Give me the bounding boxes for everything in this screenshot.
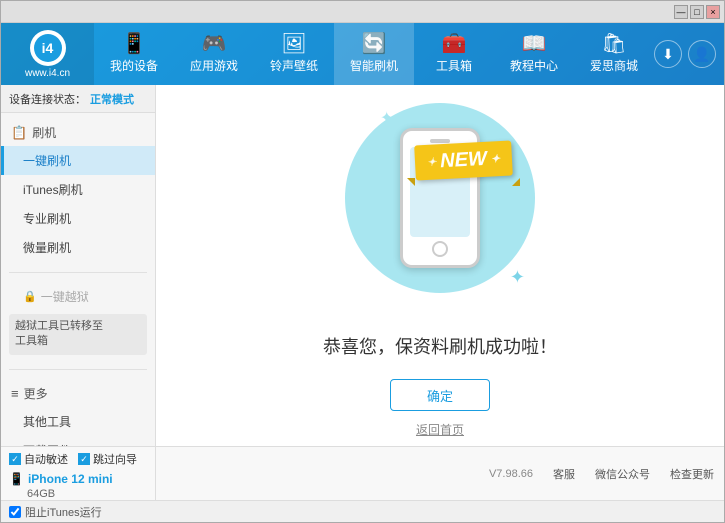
- status-bar: 设备连接状态： 正常模式: [1, 85, 155, 113]
- sidebar-section-more: ≡ 更多 其他工具 下载固件 高级功能: [1, 374, 155, 446]
- nav-wallpaper-label: 铃声壁纸: [270, 57, 318, 74]
- sidebar-separator-2: [9, 369, 147, 370]
- main-content: ✦ ✦ ✦ ✦ NEW ✦: [156, 85, 724, 446]
- wizard-checkbox-item[interactable]: ✓ 跳过向导: [78, 451, 137, 467]
- device-name: iPhone 12 mini: [28, 472, 113, 486]
- new-badge: ✦ NEW ✦: [414, 140, 513, 180]
- logo-text: www.i4.cn: [25, 68, 70, 79]
- nav-wallpaper[interactable]: 🖼 铃声壁纸: [254, 23, 334, 85]
- left-panel: 设备连接状态： 正常模式 📋 刷机 一键刷机 iTunes刷机 专业刷机 微量刷…: [1, 85, 156, 446]
- status-value: 正常模式: [90, 91, 134, 107]
- sparkle-icon-3: ✦: [510, 267, 525, 288]
- body-area: 设备连接状态： 正常模式 📋 刷机 一键刷机 iTunes刷机 专业刷机 微量刷…: [1, 85, 724, 446]
- store-icon: 🛍: [601, 34, 626, 54]
- nav-tutorial[interactable]: 📖 教程中心: [494, 23, 574, 85]
- header: i4 www.i4.cn 📱 我的设备 🎮 应用游戏 🖼 铃声壁纸 🔄 智能刷机: [1, 23, 724, 85]
- wechat-link[interactable]: 微信公众号: [595, 466, 650, 482]
- checkboxes-row: ✓ 自动敏述 ✓ 跳过向导: [9, 451, 147, 467]
- user-button[interactable]: 👤: [688, 40, 716, 68]
- more-section-icon: ≡: [11, 386, 19, 401]
- wizard-checkbox[interactable]: ✓: [78, 453, 90, 465]
- phone-illustration: ✦ ✦ ✦ ✦ NEW ✦: [340, 93, 540, 313]
- header-right: ⬇ 👤: [654, 40, 716, 68]
- sidebar-section-more-label: 更多: [24, 385, 48, 402]
- flash-section-icon: 📋: [11, 125, 27, 141]
- device-storage: 64GB: [27, 488, 55, 500]
- sidebar-section-more-header: ≡ 更多: [1, 380, 155, 407]
- itunes-checkbox[interactable]: [9, 506, 21, 518]
- minimize-button[interactable]: —: [674, 5, 688, 19]
- sidebar-section-flash-label: 刷机: [32, 124, 56, 141]
- sidebar-section-jailbreak: 🔒 一键越狱 越狱工具已转移至工具箱: [1, 277, 155, 365]
- bottom-bar: ✓ 自动敏述 ✓ 跳过向导 📱 iPhone 12 mini 64GB Down…: [1, 446, 724, 500]
- nav-my-device[interactable]: 📱 我的设备: [94, 23, 174, 85]
- auto-checkbox[interactable]: ✓: [9, 453, 21, 465]
- apps-games-icon: 🎮: [202, 34, 227, 54]
- sidebar-item-one-click-flash[interactable]: 一键刷机: [1, 146, 155, 175]
- version-text: V7.98.66: [489, 468, 533, 480]
- logo-area: i4 www.i4.cn: [1, 23, 94, 85]
- nav-store[interactable]: 🛍 爱思商城: [574, 23, 654, 85]
- close-button[interactable]: ×: [706, 5, 720, 19]
- confirm-button[interactable]: 确定: [390, 379, 490, 411]
- ribbon-tail-left: [407, 178, 415, 186]
- new-badge-text: NEW: [440, 148, 488, 173]
- maximize-button[interactable]: □: [690, 5, 704, 19]
- jailbreak-notice: 越狱工具已转移至工具箱: [9, 314, 147, 355]
- tools-icon: 🧰: [442, 34, 467, 54]
- nav-store-label: 爱思商城: [590, 57, 638, 74]
- check-update-link[interactable]: 检查更新: [670, 466, 714, 482]
- support-link[interactable]: 客服: [553, 466, 575, 482]
- download-button[interactable]: ⬇: [654, 40, 682, 68]
- auto-checkbox-label: 自动敏述: [24, 451, 68, 467]
- new-star-right: ✦: [491, 152, 501, 165]
- nav-apps-games[interactable]: 🎮 应用游戏: [174, 23, 254, 85]
- nav-smart-flash-label: 智能刷机: [350, 57, 398, 74]
- logo-inner: i4: [34, 34, 62, 62]
- sidebar-section-flash-header: 📋 刷机: [1, 119, 155, 146]
- sparkle-icon-1: ✦: [380, 108, 393, 128]
- sidebar-jailbreak-label: 一键越狱: [41, 288, 89, 305]
- bottom-bar-right: V7.98.66 客服 微信公众号 检查更新: [156, 447, 724, 500]
- ribbon-tail-right: [512, 178, 520, 186]
- auto-checkbox-item[interactable]: ✓ 自动敏述: [9, 451, 68, 467]
- new-star-left: ✦: [427, 155, 437, 168]
- tutorial-icon: 📖: [522, 34, 547, 54]
- itunes-bar-label: 阻止iTunes运行: [25, 504, 102, 520]
- title-bar: — □ ×: [1, 1, 724, 23]
- lock-icon: 🔒: [23, 290, 37, 303]
- phone-home-btn: [432, 241, 448, 257]
- sidebar: 📋 刷机 一键刷机 iTunes刷机 专业刷机 微量刷机 🔒 一键越狱 越狱工具…: [1, 113, 155, 446]
- success-text: 恭喜您，保资料刷机成功啦！: [323, 333, 557, 359]
- device-info: 📱 iPhone 12 mini: [9, 472, 147, 486]
- sidebar-item-other-tools[interactable]: 其他工具: [1, 407, 155, 436]
- bottom-bar-left: ✓ 自动敏述 ✓ 跳过向导 📱 iPhone 12 mini 64GB Down…: [1, 447, 156, 500]
- nav-tools-label: 工具箱: [436, 57, 472, 74]
- nav-tutorial-label: 教程中心: [510, 57, 558, 74]
- sidebar-item-download-firmware[interactable]: 下载固件: [1, 436, 155, 446]
- status-label: 设备连接状态：: [9, 91, 86, 107]
- nav-apps-games-label: 应用游戏: [190, 57, 238, 74]
- sidebar-item-micro-flash[interactable]: 微量刷机: [1, 233, 155, 262]
- nav-my-device-label: 我的设备: [110, 57, 158, 74]
- wallpaper-icon: 🖼: [281, 34, 306, 54]
- sidebar-section-flash: 📋 刷机 一键刷机 iTunes刷机 专业刷机 微量刷机: [1, 113, 155, 268]
- return-home-link[interactable]: 返回首页: [416, 421, 464, 438]
- logo-circle: i4: [30, 30, 66, 66]
- sparkle-icon-2: ✦: [500, 101, 510, 115]
- app-window: — □ × i4 www.i4.cn 📱 我的设备 🎮 应用游戏 🖼 铃声壁纸: [0, 0, 725, 523]
- wizard-checkbox-label: 跳过向导: [93, 451, 137, 467]
- phone-icon: 📱: [9, 472, 24, 486]
- itunes-bar: 阻止iTunes运行: [1, 500, 724, 522]
- nav-smart-flash[interactable]: 🔄 智能刷机: [334, 23, 414, 85]
- nav-tools[interactable]: 🧰 工具箱: [414, 23, 494, 85]
- sidebar-item-itunes-flash[interactable]: iTunes刷机: [1, 175, 155, 204]
- sidebar-jailbreak-header: 🔒 一键越狱: [1, 283, 155, 310]
- sidebar-item-pro-flash[interactable]: 专业刷机: [1, 204, 155, 233]
- nav-items: 📱 我的设备 🎮 应用游戏 🖼 铃声壁纸 🔄 智能刷机 🧰 工具箱 📖: [94, 23, 654, 85]
- my-device-icon: 📱: [122, 34, 147, 54]
- smart-flash-icon: 🔄: [362, 34, 387, 54]
- sidebar-separator-1: [9, 272, 147, 273]
